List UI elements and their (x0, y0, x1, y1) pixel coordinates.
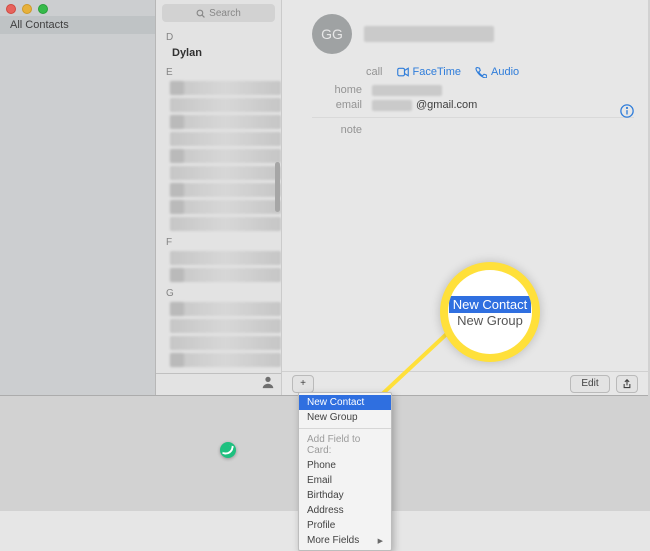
contacts-list[interactable]: D Dylan E F G (156, 22, 281, 373)
section-header-f: F (166, 237, 281, 248)
close-window-button[interactable] (6, 4, 16, 14)
contact-row-redacted[interactable] (170, 251, 281, 265)
menu-item-profile[interactable]: Profile (299, 518, 391, 533)
avatar[interactable]: GG (312, 14, 352, 54)
card-template-icon[interactable] (261, 375, 275, 394)
section-header-g: G (166, 288, 281, 299)
contacts-list-column: Search D Dylan E F G (156, 0, 282, 395)
more-fields-label: More Fields (307, 535, 359, 546)
window-controls (6, 4, 48, 14)
contact-row-redacted[interactable] (170, 319, 281, 333)
contact-row-redacted[interactable] (170, 166, 281, 180)
menu-item-new-contact[interactable]: New Contact (299, 395, 391, 410)
menu-item-more-fields[interactable]: More Fields (299, 533, 391, 548)
home-value-redacted (372, 85, 442, 96)
video-icon (397, 66, 409, 78)
home-field-label: home (312, 84, 362, 96)
minimize-window-button[interactable] (22, 4, 32, 14)
call-label: call (366, 66, 383, 78)
section-header-e: E (166, 67, 281, 78)
share-icon (622, 379, 632, 389)
add-context-menu: New Contact New Group Add Field to Card:… (298, 392, 392, 551)
contact-row-redacted[interactable] (170, 149, 281, 163)
contact-name-redacted (364, 26, 494, 42)
email-local-redacted (372, 100, 412, 111)
contact-row-redacted[interactable] (170, 115, 281, 129)
sidebar-item-all-contacts[interactable]: All Contacts (0, 16, 155, 34)
menu-item-birthday[interactable]: Birthday (299, 488, 391, 503)
edit-button[interactable]: Edit (570, 375, 610, 393)
audio-label: Audio (491, 66, 519, 78)
zoom-window-button[interactable] (38, 4, 48, 14)
email-domain: @gmail.com (416, 99, 477, 111)
facetime-label: FaceTime (413, 66, 462, 78)
menu-item-new-group[interactable]: New Group (299, 410, 391, 425)
contact-row-redacted[interactable] (170, 336, 281, 350)
phone-icon (475, 66, 487, 78)
menu-header-add-field: Add Field to Card: (299, 432, 391, 458)
audio-button[interactable]: Audio (475, 66, 519, 78)
info-icon[interactable] (620, 104, 634, 118)
callout-line1: New Contact (449, 296, 531, 313)
section-header-d: D (166, 32, 281, 43)
contact-row-redacted[interactable] (170, 98, 281, 112)
search-icon (196, 9, 205, 18)
list-footer (156, 373, 281, 395)
contact-row-redacted[interactable] (170, 81, 281, 95)
email-field-label: email (312, 99, 362, 111)
email-value[interactable]: @gmail.com (372, 99, 477, 111)
divider (312, 117, 634, 118)
contact-row-redacted[interactable] (170, 132, 281, 146)
menu-item-email[interactable]: Email (299, 473, 391, 488)
contact-row-dylan[interactable]: Dylan (164, 45, 281, 61)
contact-row-redacted[interactable] (170, 200, 281, 214)
facetime-button[interactable]: FaceTime (397, 66, 462, 78)
contact-row-redacted[interactable] (170, 183, 281, 197)
grammarly-icon[interactable] (220, 442, 236, 458)
search-field[interactable]: Search (162, 4, 275, 22)
share-button[interactable] (616, 375, 638, 393)
note-field-label: note (312, 124, 362, 136)
contact-row-redacted[interactable] (170, 353, 281, 367)
callout-highlight: New Contact New Group (440, 262, 540, 362)
menu-separator (299, 428, 391, 429)
contacts-window: All Contacts Search D Dylan E F G (0, 0, 648, 396)
search-placeholder: Search (209, 8, 241, 19)
scrollbar-thumb[interactable] (275, 162, 280, 212)
contact-row-redacted[interactable] (170, 217, 281, 231)
menu-item-phone[interactable]: Phone (299, 458, 391, 473)
add-button[interactable]: + (292, 375, 314, 393)
groups-sidebar: All Contacts (0, 0, 156, 395)
contact-row-redacted[interactable] (170, 268, 281, 282)
contact-row-redacted[interactable] (170, 302, 281, 316)
callout-line2: New Group (457, 313, 523, 328)
